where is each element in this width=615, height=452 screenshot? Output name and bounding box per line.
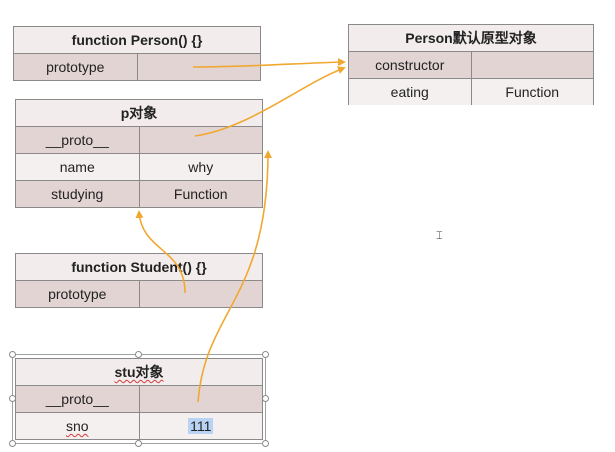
p-object-proto-key: __proto__ [45, 132, 109, 148]
stu-object-sno-value-selected[interactable]: 111 [188, 418, 214, 434]
person-prototype-constructor-key: constructor [375, 57, 445, 73]
stu-object-title-text: stu对象 [114, 364, 164, 380]
stu-object-row-proto: __proto__ [16, 386, 262, 413]
stu-object-sno-value[interactable]: 111 [138, 413, 263, 439]
resize-handle-bottom-right[interactable] [262, 440, 269, 447]
stu-object-sno-key: sno [16, 413, 139, 439]
person-function-prototype-key: prototype [46, 59, 105, 75]
person-prototype-row-eating: eating Function [349, 79, 593, 105]
person-function-title: function Person() {} [14, 27, 260, 54]
resize-handle-top-left[interactable] [9, 351, 16, 358]
p-object-row-studying: studying Function [16, 181, 262, 207]
stu-object-proto-value [138, 386, 263, 412]
person-prototype-title: Person默认原型对象 [349, 25, 593, 52]
resize-handle-bottom-middle[interactable] [135, 440, 142, 447]
person-prototype-eating-key: eating [390, 84, 429, 100]
resize-handle-bottom-left[interactable] [9, 440, 16, 447]
resize-handle-middle-right[interactable] [262, 395, 269, 402]
student-function-prototype-value [138, 281, 263, 307]
p-object-studying-value: Function [138, 181, 263, 207]
person-prototype-constructor-value [470, 52, 594, 78]
p-object-box: p对象 __proto__ name why studying Function [15, 99, 263, 208]
text-cursor-icon: ⌶ [436, 229, 443, 242]
p-object-studying-key: studying [51, 186, 104, 202]
student-function-row-prototype: prototype [16, 281, 262, 307]
stu-object-row-sno: sno 111 [16, 413, 262, 439]
p-object-name-key: name [59, 159, 95, 175]
person-function-box: function Person() {} prototype [13, 26, 261, 81]
p-object-row-name: name why [16, 154, 262, 181]
p-object-proto-value [138, 127, 263, 153]
student-function-prototype-key: prototype [48, 286, 107, 302]
person-prototype-box: Person默认原型对象 constructor eating Function [348, 24, 594, 105]
person-function-prototype-value [136, 54, 261, 80]
stu-object-title: stu对象 [16, 359, 262, 386]
student-function-title: function Student() {} [16, 254, 262, 281]
stu-object-sno-key-text: sno [65, 418, 89, 434]
p-object-title: p对象 [16, 100, 262, 127]
stu-object-proto-key: __proto__ [45, 391, 109, 407]
resize-handle-top-right[interactable] [262, 351, 269, 358]
person-prototype-eating-value: Function [470, 79, 594, 105]
p-object-name-value: why [138, 154, 263, 180]
resize-handle-top-middle[interactable] [135, 351, 142, 358]
resize-handle-middle-left[interactable] [9, 395, 16, 402]
p-object-row-proto: __proto__ [16, 127, 262, 154]
stu-object-box[interactable]: stu对象 __proto__ sno 111 [15, 358, 263, 440]
student-function-box: function Student() {} prototype [15, 253, 263, 308]
person-function-row-prototype: prototype [14, 54, 260, 80]
person-prototype-row-constructor: constructor [349, 52, 593, 79]
